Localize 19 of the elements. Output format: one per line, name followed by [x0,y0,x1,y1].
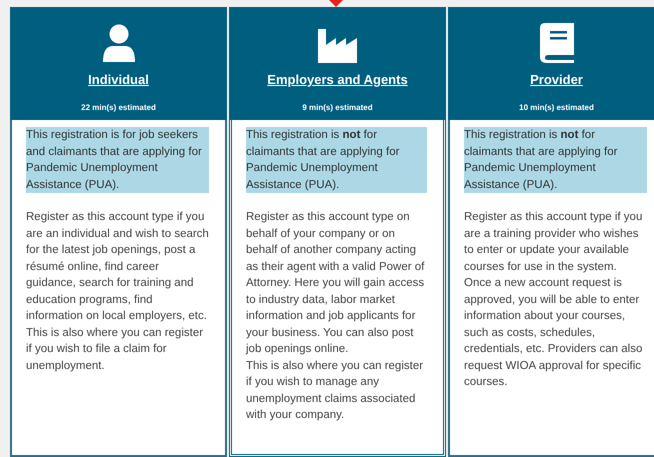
person-icon [100,24,136,64]
card-title-link[interactable]: Individual [88,70,149,90]
card-header[interactable]: Individual 22 min(s) estimated [10,7,227,120]
book-icon [538,22,574,64]
description-text: Register as this account type if you are a training provider who wishes to enter or update your available courses for use in the system. Once a new account request is approved, you will be able to enter information about your courses, such as costs, schedules, credentials, etc. Providers can also request WIOA approval for specific courses. [464,210,644,390]
description-text: Register as this account type on behalf of your company or on behalf of another company acting as their agent with a valid Power of Attorney. Here you will gain access to industry data, labor market information and job applicants for your business. You can also post job openings online. [246,210,426,357]
time-estimate: 9 min(s) estimated [302,102,373,114]
time-estimate: 10 min(s) estimated [519,102,594,114]
factory-icon [316,28,358,64]
card-title-link[interactable]: Employers and Agents [267,70,408,90]
card-header[interactable]: Provider 10 min(s) estimated [448,7,654,120]
notice-text: This registration is not for claimants that are applying for Pandemic Unemployment Assistance (PUA). [464,127,647,193]
time-estimate: 22 min(s) estimated [81,102,156,114]
notice-text: This registration is for job seekers and claimants that are applying for Pandemic Unemployment Assistance (PUA). [26,127,209,193]
description-text: Register as this account type if you are an individual and wish to search for the latest job openings, post a résumé online, find career guidance, search for training and education programs, find information on local employers, etc. This is also where you can register if you wish to file a claim for unemployment. [26,210,209,374]
card-title-link[interactable]: Provider [530,70,583,90]
notice-text: This registration is not for claimants that are applying for Pandemic Unemployment Assistance (PUA). [246,127,427,193]
card-header[interactable]: Employers and Agents 9 min(s) estimated [229,7,446,120]
description-text: This is also where you can register if you wish to manage any unemployment claims associated with your company. [246,358,424,423]
